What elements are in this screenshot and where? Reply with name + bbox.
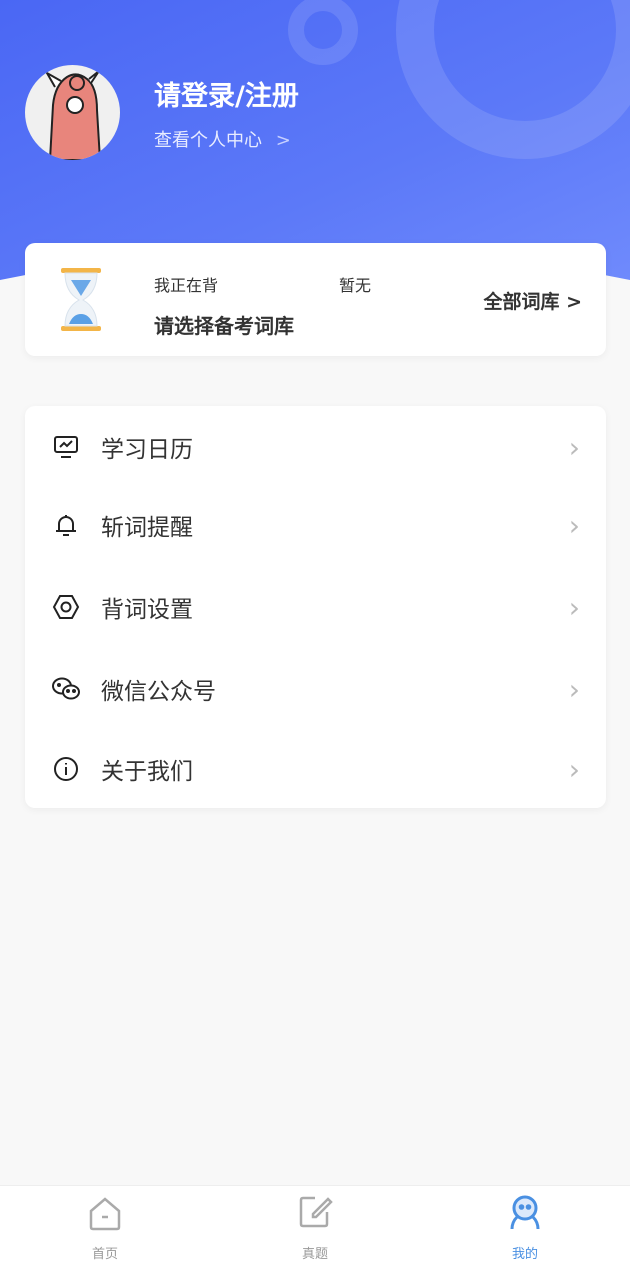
bell-icon bbox=[51, 510, 81, 540]
chevron-right-icon: › bbox=[568, 590, 580, 624]
view-profile-label: 查看个人中心 bbox=[154, 130, 262, 151]
tab-label: 首页 bbox=[91, 1247, 118, 1262]
menu-item-label: 关于我们 bbox=[101, 759, 193, 785]
menu-item-about[interactable]: 关于我们 › bbox=[25, 728, 606, 810]
home-icon bbox=[89, 1197, 121, 1231]
wechat-icon bbox=[51, 674, 81, 704]
bottom-tab-bar: 首页 真题 我的 bbox=[0, 1185, 630, 1280]
tab-label: 真题 bbox=[301, 1247, 328, 1262]
menu-list: 学习日历 › 斩词提醒 › 背词设置 › 微信公众号 › 关于我们 › bbox=[25, 406, 606, 808]
menu-item-label: 学习日历 bbox=[101, 437, 193, 463]
current-book-card[interactable]: 我正在背 暂无 请选择备考词库 全部词库 > bbox=[25, 243, 606, 356]
info-icon bbox=[51, 754, 81, 784]
menu-item-label: 微信公众号 bbox=[101, 679, 216, 705]
menu-item-study-calendar[interactable]: 学习日历 › bbox=[25, 406, 606, 488]
edit-icon bbox=[299, 1196, 333, 1228]
calendar-chart-icon bbox=[51, 432, 81, 462]
view-profile-link[interactable]: 查看个人中心 > bbox=[154, 126, 291, 152]
chevron-right-icon: › bbox=[568, 508, 580, 542]
studying-value: 暂无 bbox=[339, 276, 372, 295]
chevron-right-icon: › bbox=[568, 672, 580, 706]
studying-label: 我正在背 bbox=[154, 276, 219, 295]
tab-exams[interactable]: 真题 bbox=[255, 1186, 375, 1262]
menu-item-label: 背词设置 bbox=[101, 597, 193, 623]
menu-item-settings[interactable]: 背词设置 › bbox=[25, 566, 606, 648]
tab-label: 我的 bbox=[511, 1247, 538, 1262]
menu-item-wechat[interactable]: 微信公众号 › bbox=[25, 648, 606, 730]
chevron-right-icon: › bbox=[568, 752, 580, 786]
chevron-right-icon: › bbox=[568, 430, 580, 464]
all-books-button[interactable]: 全部词库 > bbox=[483, 287, 582, 314]
menu-item-label: 斩词提醒 bbox=[101, 515, 193, 541]
tab-home[interactable]: 首页 bbox=[45, 1186, 165, 1262]
select-book-prompt[interactable]: 请选择备考词库 bbox=[154, 310, 294, 339]
menu-item-reminder[interactable]: 斩词提醒 › bbox=[25, 484, 606, 566]
avatar[interactable] bbox=[25, 65, 120, 160]
tab-mine[interactable]: 我的 bbox=[465, 1186, 585, 1262]
chevron-right-icon: > bbox=[275, 130, 291, 151]
hourglass-icon bbox=[59, 268, 103, 336]
profile-icon bbox=[510, 1195, 540, 1230]
login-register-title[interactable]: 请登录/注册 bbox=[154, 74, 299, 113]
settings-hex-icon bbox=[51, 592, 81, 622]
